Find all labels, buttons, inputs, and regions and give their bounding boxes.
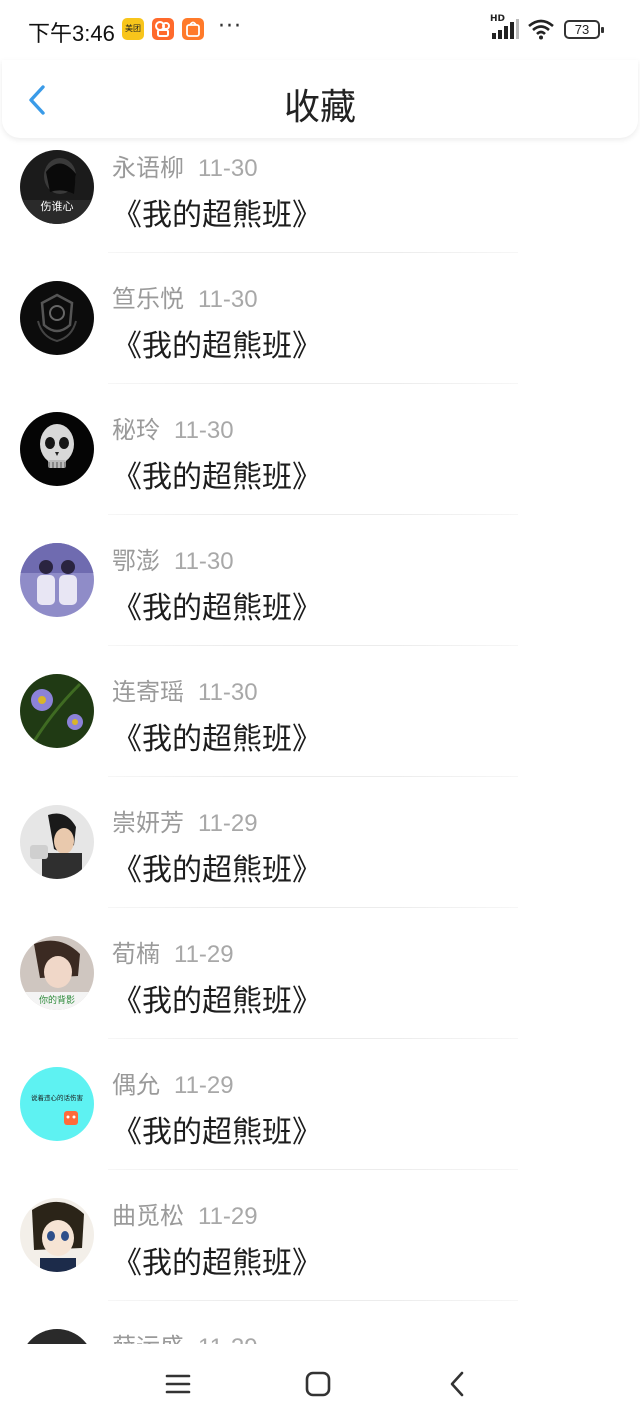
post-date: 11-29 [174, 1072, 234, 1099]
item-meta: 笪乐悦 11-30 [112, 279, 258, 314]
item-title: 《我的超熊班》 [112, 984, 322, 1019]
author-name: 崇妍芳 [112, 809, 184, 837]
item-meta: 偶允 11-29 [112, 1065, 234, 1100]
item-meta: 永语柳 11-30 [112, 148, 258, 183]
item-title: 《我的超熊班》 [112, 329, 322, 364]
item-meta: 荀楠 11-29 [112, 934, 234, 969]
avatar [20, 674, 94, 748]
avatar: 伤谁心 [20, 150, 94, 224]
avatar-caption: 说着违心的话伤害 [31, 1093, 84, 1102]
avatar [20, 805, 94, 879]
wifi-icon [528, 19, 554, 40]
menu-icon[interactable] [160, 1366, 196, 1402]
list-item[interactable]: 你的背影 荀楠 11-29 《我的超熊班》 [0, 924, 640, 1055]
meituan-app-icon: 美团 [122, 18, 144, 40]
avatar [20, 1198, 94, 1272]
item-title: 《我的超熊班》 [112, 722, 322, 757]
item-meta: 崇妍芳 11-29 [112, 803, 258, 838]
system-nav-bar [0, 1344, 640, 1422]
author-name: 荀楠 [112, 940, 160, 968]
divider [108, 776, 518, 777]
post-date: 11-29 [198, 1203, 258, 1230]
home-icon[interactable] [300, 1366, 336, 1402]
kuaishou-app-icon [152, 18, 174, 40]
author-name: 秘玲 [112, 416, 160, 444]
divider [108, 514, 518, 515]
post-date: 11-30 [198, 679, 258, 706]
list-item[interactable]: 薛运盛 11-29 [0, 1317, 640, 1344]
divider [108, 1038, 518, 1039]
header: 收藏 [2, 60, 638, 138]
signal-icon [492, 19, 519, 39]
divider [108, 645, 518, 646]
avatar: 说着违心的话伤害 [20, 1067, 94, 1141]
divider [108, 1300, 518, 1301]
item-title: 《我的超熊班》 [112, 198, 322, 233]
back-icon[interactable] [440, 1366, 476, 1402]
list-item[interactable]: 伤谁心 永语柳 11-30 《我的超熊班》 [0, 138, 640, 269]
avatar: 你的背影 [20, 936, 94, 1010]
author-name: 薛运盛 [112, 1333, 184, 1344]
list-item[interactable]: 秘玲 11-30 《我的超熊班》 [0, 400, 640, 531]
author-name: 永语柳 [112, 154, 184, 182]
avatar [20, 281, 94, 355]
post-date: 11-30 [174, 548, 234, 575]
avatar [20, 1329, 94, 1344]
item-meta: 曲觅松 11-29 [112, 1196, 258, 1231]
author-name: 曲觅松 [112, 1202, 184, 1230]
item-title: 《我的超熊班》 [112, 460, 322, 495]
post-date: 11-29 [174, 941, 234, 968]
favorites-list: 伤谁心 永语柳 11-30 《我的超熊班》 笪乐悦 11-30 《我的超熊班》 [0, 138, 640, 1344]
page-title: 收藏 [283, 87, 356, 128]
divider [108, 1169, 518, 1170]
author-name: 偶允 [112, 1071, 160, 1099]
item-title: 《我的超熊班》 [112, 853, 322, 888]
list-item[interactable]: 曲觅松 11-29 《我的超熊班》 [0, 1186, 640, 1317]
battery-icon: 73 [564, 20, 604, 39]
list-item[interactable]: 说着违心的话伤害 偶允 11-29 《我的超熊班》 [0, 1055, 640, 1186]
status-time: 下午3:46 [28, 21, 115, 46]
post-date: 11-30 [198, 286, 258, 313]
divider [108, 383, 518, 384]
item-meta: 鄂澎 11-30 [112, 541, 234, 576]
item-meta: 秘玲 11-30 [112, 410, 234, 445]
post-date: 11-30 [174, 417, 234, 444]
item-title: 《我的超熊班》 [112, 591, 322, 626]
avatar [20, 412, 94, 486]
post-date: 11-29 [198, 1334, 258, 1344]
list-item[interactable]: 崇妍芳 11-29 《我的超熊班》 [0, 793, 640, 924]
more-notifications-icon: ··· [218, 14, 242, 39]
item-title: 《我的超熊班》 [112, 1246, 322, 1281]
divider [108, 252, 518, 253]
item-meta: 薛运盛 11-29 [112, 1327, 258, 1344]
list-item[interactable]: 连寄瑶 11-30 《我的超熊班》 [0, 662, 640, 793]
divider [108, 907, 518, 908]
post-date: 11-29 [198, 810, 258, 837]
author-name: 连寄瑶 [112, 678, 184, 706]
avatar [20, 543, 94, 617]
list-item[interactable]: 鄂澎 11-30 《我的超熊班》 [0, 531, 640, 662]
post-date: 11-30 [198, 155, 258, 182]
taobao-app-icon [182, 18, 204, 40]
author-name: 鄂澎 [112, 547, 160, 575]
status-bar: 下午3:46 美团 ··· HD 73 [0, 0, 640, 60]
avatar-caption: 伤谁心 [41, 200, 74, 213]
avatar-caption: 你的背影 [39, 994, 75, 1006]
author-name: 笪乐悦 [112, 285, 184, 313]
item-meta: 连寄瑶 11-30 [112, 672, 258, 707]
item-title: 《我的超熊班》 [112, 1115, 322, 1150]
list-item[interactable]: 笪乐悦 11-30 《我的超熊班》 [0, 269, 640, 400]
